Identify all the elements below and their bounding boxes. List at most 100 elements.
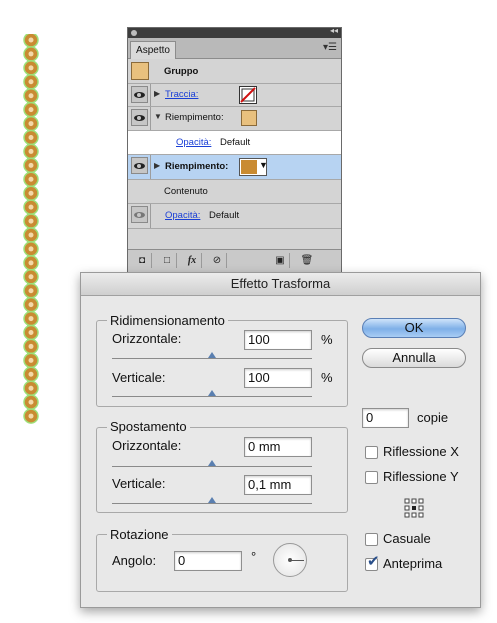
row-divider xyxy=(150,204,151,228)
ridimensionamento-title: Ridimensionamento xyxy=(107,313,228,328)
angle-input[interactable]: 0 xyxy=(174,551,242,571)
aspetto-panel: ◂◂ Aspetto ▾☰ Gruppo ▶ Traccia: ▼ Riempi… xyxy=(127,26,342,272)
scale-horizontal-slider-track[interactable] xyxy=(112,358,312,359)
bead-highlight xyxy=(28,316,34,322)
bead-highlight xyxy=(28,148,34,154)
expand-triangle-icon[interactable]: ▶ xyxy=(154,89,160,98)
collapse-triangle-icon[interactable]: ▼ xyxy=(154,112,162,121)
stroke-none-swatch[interactable] xyxy=(239,86,257,104)
visibility-toggle[interactable] xyxy=(131,109,148,126)
clear-icon[interactable]: ⊘ xyxy=(208,253,227,268)
bead-highlight xyxy=(28,79,34,85)
panel-menu-icon[interactable]: ▾☰ xyxy=(323,42,337,53)
reflect-y-label[interactable]: Riflessione Y xyxy=(383,469,459,484)
row-opacita[interactable]: Opacità: Default xyxy=(128,204,341,229)
row-riempimento[interactable]: ▼ Riempimento: xyxy=(128,107,341,131)
dial-needle xyxy=(290,560,304,561)
row-traccia[interactable]: ▶ Traccia: xyxy=(128,84,341,107)
row-divider xyxy=(150,155,151,179)
close-icon[interactable] xyxy=(131,30,137,36)
move-vertical-label: Verticale: xyxy=(112,476,166,491)
spostamento-title: Spostamento xyxy=(107,419,190,434)
preview-label[interactable]: Anteprima xyxy=(383,556,442,571)
riempimento-selected-label: Riempimento: xyxy=(165,161,229,172)
bead-highlight xyxy=(28,190,34,196)
scale-horizontal-slider-thumb[interactable] xyxy=(208,352,216,358)
move-horizontal-slider-thumb[interactable] xyxy=(208,460,216,466)
fx-icon[interactable]: fx xyxy=(183,253,202,268)
trash-icon[interactable]: 🗑 xyxy=(298,253,316,268)
traccia-link[interactable]: Traccia: xyxy=(165,89,198,100)
panel-tab-row: Aspetto ▾☰ xyxy=(128,38,341,59)
angle-dial[interactable] xyxy=(273,543,307,577)
row-divider xyxy=(150,84,151,106)
fill-swatch[interactable] xyxy=(241,110,257,126)
visibility-toggle[interactable] xyxy=(131,157,148,174)
bead-highlight xyxy=(28,218,34,224)
panel-toolbar: ◘ □ fx ⊘ ▣ 🗑 xyxy=(128,249,341,272)
move-vertical-input[interactable]: 0,1 mm xyxy=(244,475,312,495)
bead-highlight xyxy=(28,121,34,127)
visibility-toggle[interactable] xyxy=(131,206,148,223)
scale-vertical-slider-thumb[interactable] xyxy=(208,390,216,396)
contenuto-label: Contenuto xyxy=(164,186,208,197)
tab-aspetto[interactable]: Aspetto xyxy=(130,41,176,59)
bead-highlight xyxy=(28,371,34,377)
expand-triangle-icon[interactable]: ▶ xyxy=(154,161,160,170)
row-opacita-fill[interactable]: Opacità: Default xyxy=(128,131,341,155)
move-horizontal-label: Orizzontale: xyxy=(112,438,182,453)
gruppo-swatch xyxy=(131,62,149,80)
fill-swatch-selected xyxy=(241,160,257,174)
fill-color-picker[interactable]: ▼ xyxy=(239,158,268,176)
bead-highlight xyxy=(28,107,34,113)
gruppo-label: Gruppo xyxy=(164,66,199,77)
bead-highlight xyxy=(28,135,34,140)
bead-highlight xyxy=(28,302,34,308)
bead-highlight xyxy=(28,232,34,238)
copies-label: copie xyxy=(417,410,449,425)
bead-highlight xyxy=(28,288,34,294)
bead-highlight xyxy=(28,176,34,182)
move-horizontal-input[interactable]: 0 mm xyxy=(244,437,312,457)
reflect-x-label[interactable]: Riflessione X xyxy=(383,444,459,459)
scale-vertical-input[interactable]: 100 xyxy=(244,368,312,388)
copies-input[interactable]: 0 xyxy=(362,408,409,428)
annulla-button[interactable]: Annulla xyxy=(362,348,466,368)
effetto-trasforma-dialog: Effetto Trasforma Ridimensionamento Oriz… xyxy=(80,272,481,608)
row-riempimento-selected[interactable]: ▶ Riempimento: ▼ xyxy=(128,155,341,180)
eye-icon xyxy=(134,162,145,169)
row-contenuto[interactable]: Contenuto xyxy=(128,180,341,204)
eye-icon xyxy=(134,114,145,121)
dialog-title[interactable]: Effetto Trasforma xyxy=(81,273,480,296)
bead-highlight xyxy=(28,65,34,71)
bead-highlight xyxy=(28,274,34,280)
move-vertical-slider-track[interactable] xyxy=(112,503,312,504)
panel-titlebar[interactable]: ◂◂ xyxy=(128,26,341,38)
new-stroke-icon[interactable]: ◘ xyxy=(133,253,152,268)
bead-highlight xyxy=(28,399,34,405)
reflect-x-checkbox[interactable] xyxy=(365,446,378,459)
random-label[interactable]: Casuale xyxy=(383,531,431,546)
new-fill-icon[interactable]: □ xyxy=(158,253,177,268)
random-checkbox[interactable] xyxy=(365,533,378,546)
bead-chain-artwork[interactable] xyxy=(16,34,46,424)
reference-point-icon[interactable] xyxy=(404,498,424,518)
opacita-link[interactable]: Opacità: xyxy=(165,210,200,221)
bead-highlight xyxy=(28,246,34,252)
bead-highlight xyxy=(28,93,34,99)
scale-vertical-unit: % xyxy=(321,370,333,385)
move-horizontal-slider-track[interactable] xyxy=(112,466,312,467)
ok-button[interactable]: OK xyxy=(362,318,466,338)
reflect-y-checkbox[interactable] xyxy=(365,471,378,484)
collapse-icon[interactable]: ◂◂ xyxy=(330,26,338,35)
opacita-value: Default xyxy=(220,137,251,148)
scale-vertical-slider-track[interactable] xyxy=(112,396,312,397)
scale-horizontal-label: Orizzontale: xyxy=(112,331,182,346)
visibility-toggle[interactable] xyxy=(131,86,148,103)
duplicate-icon[interactable]: ▣ xyxy=(271,253,290,268)
opacita-link[interactable]: Opacità: xyxy=(176,137,211,148)
row-gruppo[interactable]: Gruppo xyxy=(128,59,341,84)
preview-checkbox[interactable]: ✔ xyxy=(365,554,380,571)
move-vertical-slider-thumb[interactable] xyxy=(208,497,216,503)
scale-horizontal-input[interactable]: 100 xyxy=(244,330,312,350)
